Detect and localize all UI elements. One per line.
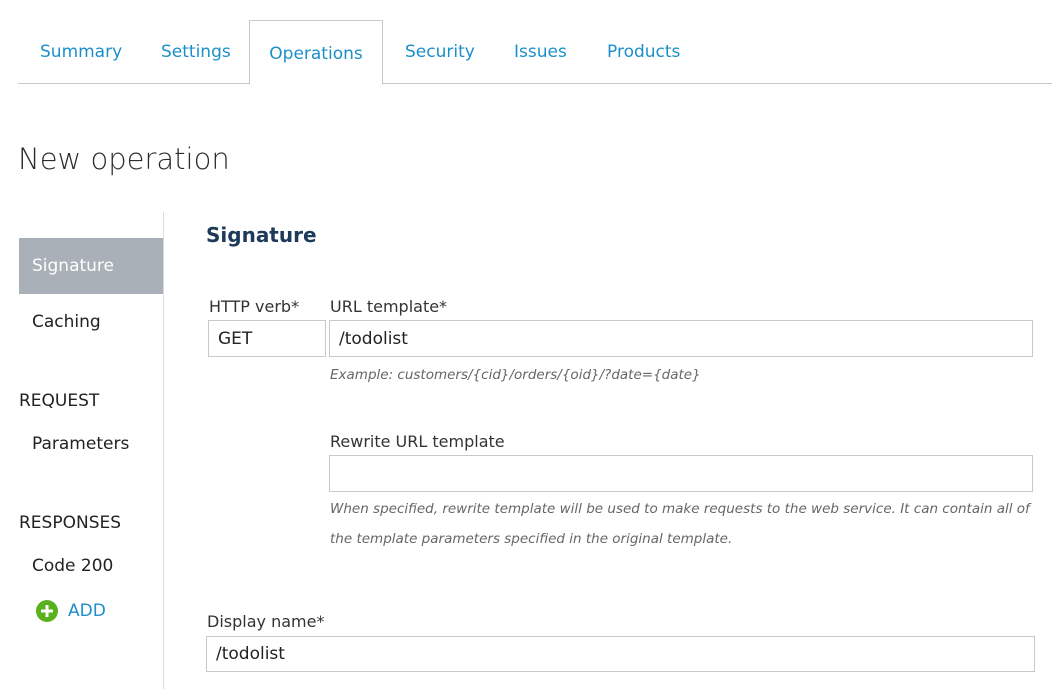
rewrite-url-label: Rewrite URL template	[330, 432, 505, 451]
rewrite-url-input[interactable]	[329, 455, 1033, 492]
sidebar-heading-responses: RESPONSES	[19, 513, 122, 533]
url-template-example: Example: customers/{cid}/orders/{oid}/?d…	[330, 367, 701, 383]
sidebar-item-parameters[interactable]: Parameters	[32, 434, 129, 454]
page-title: New operation	[18, 142, 230, 176]
sidebar-item-code-200[interactable]: Code 200	[32, 556, 113, 576]
add-circle-icon	[36, 600, 58, 622]
display-name-label: Display name*	[207, 612, 325, 631]
section-title: Signature	[206, 223, 317, 247]
sidebar-item-signature[interactable]: Signature	[19, 238, 164, 294]
add-label: ADD	[68, 601, 106, 621]
sidebar-divider	[163, 212, 164, 689]
http-verb-label: HTTP verb*	[209, 297, 300, 316]
http-verb-input[interactable]	[208, 320, 326, 357]
url-template-input[interactable]	[329, 320, 1033, 357]
add-response-button[interactable]: ADD	[36, 598, 106, 624]
tab-settings[interactable]: Settings	[161, 20, 231, 84]
sidebar-heading-request: REQUEST	[19, 391, 100, 411]
url-template-label: URL template*	[330, 297, 448, 316]
tab-products[interactable]: Products	[607, 20, 680, 84]
tab-summary[interactable]: Summary	[40, 20, 122, 84]
tab-security[interactable]: Security	[405, 20, 475, 84]
tab-issues[interactable]: Issues	[514, 20, 567, 84]
tab-bar: Summary Settings Operations Security Iss…	[18, 20, 1052, 85]
tab-operations[interactable]: Operations	[249, 20, 383, 85]
sidebar-item-caching[interactable]: Caching	[32, 312, 101, 332]
display-name-input[interactable]	[206, 636, 1035, 672]
rewrite-url-help: When specified, rewrite template will be…	[330, 501, 1030, 547]
